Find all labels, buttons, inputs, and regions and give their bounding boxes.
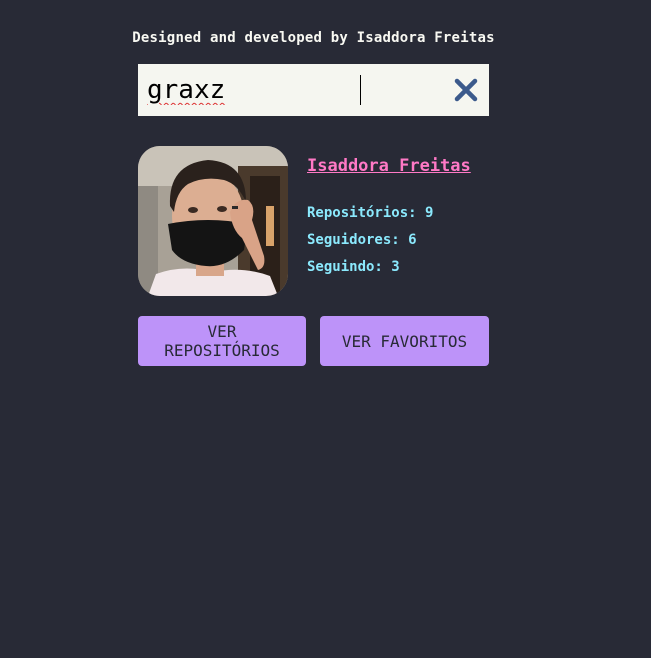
avatar xyxy=(138,146,288,296)
text-caret xyxy=(360,75,361,105)
stat-label: Repositórios: xyxy=(307,205,417,221)
view-favorites-label: VER FAVORITOS xyxy=(341,331,468,351)
page: Designed and developed by Isaddora Freit… xyxy=(0,0,651,658)
view-favorites-button[interactable]: VER FAVORITOS xyxy=(320,316,489,366)
profile-name-link[interactable]: Isaddora Freitas xyxy=(307,156,471,176)
stat-following: Seguindo: 3 xyxy=(307,259,400,275)
credit-text: Designed and developed by Isaddora Freit… xyxy=(132,30,495,46)
stat-followers: Seguidores: 6 xyxy=(307,232,417,248)
stat-repositories: Repositórios: 9 xyxy=(307,205,433,221)
close-icon xyxy=(454,78,478,102)
search-input[interactable] xyxy=(147,72,437,108)
stat-label: Seguindo: xyxy=(307,259,383,275)
view-repositories-button[interactable]: VER REPOSITÓRIOS xyxy=(138,316,306,366)
search-box xyxy=(138,64,489,116)
stat-value: 3 xyxy=(391,259,400,275)
stat-value: 9 xyxy=(425,205,434,221)
clear-search-button[interactable] xyxy=(453,77,479,103)
view-repositories-label: VER REPOSITÓRIOS xyxy=(164,322,280,360)
stat-value: 6 xyxy=(408,232,417,248)
stat-label: Seguidores: xyxy=(307,232,400,248)
